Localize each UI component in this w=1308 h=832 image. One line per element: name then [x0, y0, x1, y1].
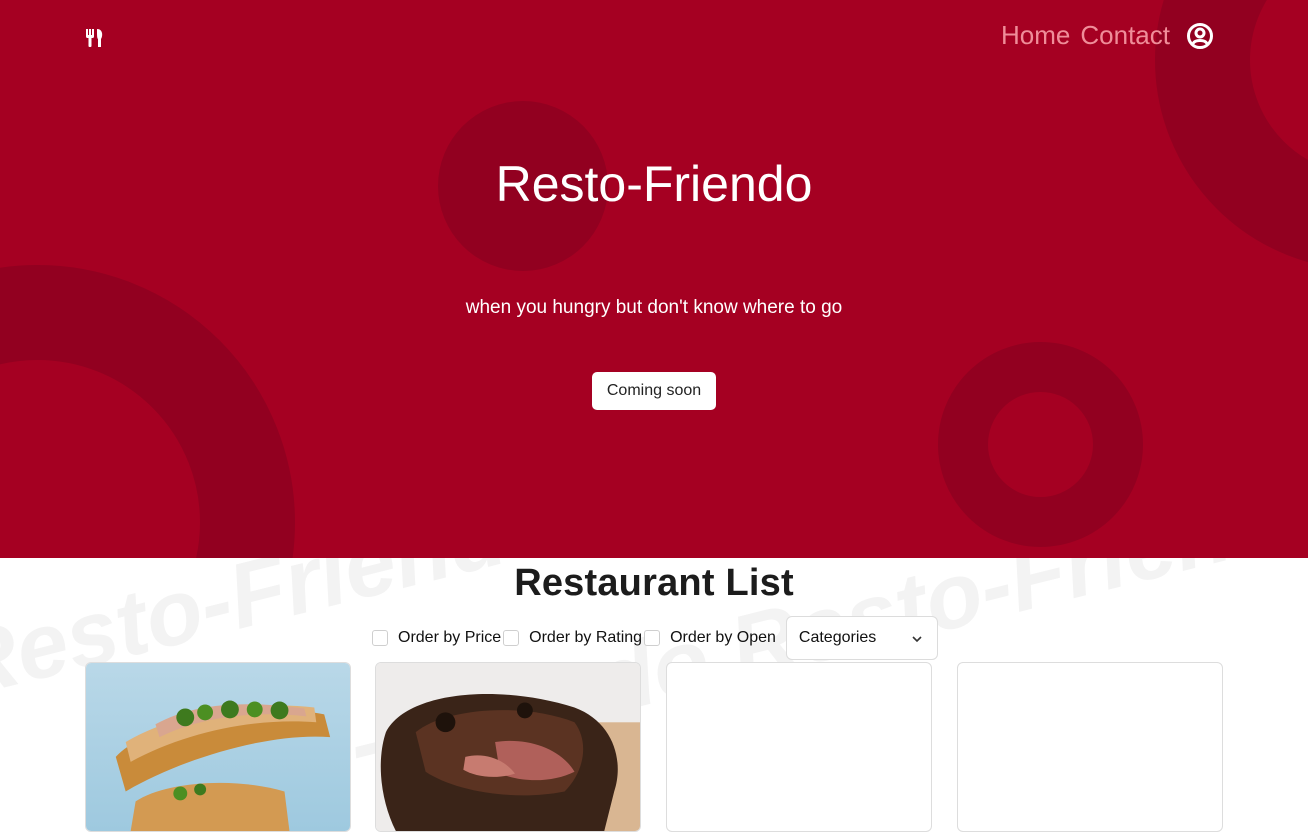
nav-link-home[interactable]: Home [1001, 20, 1070, 51]
nav-link-contact[interactable]: Contact [1080, 20, 1170, 51]
restaurant-card[interactable] [375, 662, 641, 832]
decorative-ring [0, 265, 295, 558]
top-navigation: Home Contact [1001, 20, 1214, 51]
user-circle-icon[interactable] [1186, 22, 1214, 50]
order-by-price-filter[interactable]: Order by Price [372, 629, 501, 647]
restaurant-card[interactable] [957, 662, 1223, 832]
utensils-icon[interactable] [84, 27, 106, 49]
order-by-price-checkbox[interactable] [372, 630, 388, 646]
categories-select-value: Categories [798, 629, 877, 646]
hero-subtitle: when you hungry but don't know where to … [465, 297, 843, 318]
order-by-price-label: Order by Price [398, 629, 502, 646]
roast-meat-photo [376, 663, 640, 831]
filter-bar: Order by Price Order by Rating Order by … [372, 616, 938, 660]
order-by-rating-checkbox[interactable] [503, 630, 520, 646]
order-by-rating-label: Order by Rating [529, 629, 643, 646]
order-by-rating-filter[interactable]: Order by Rating [503, 629, 642, 647]
categories-select[interactable]: Categories [785, 616, 938, 660]
coming-soon-button[interactable]: Coming soon [592, 372, 716, 410]
hero-section: Home Contact Resto-Friendo when you hung… [0, 0, 1308, 558]
restaurant-list-title: Restaurant List [514, 562, 794, 604]
chevron-down-icon [911, 632, 923, 644]
hero-title: Resto-Friendo [495, 156, 813, 212]
restaurant-card[interactable] [85, 662, 351, 832]
order-by-open-label: Order by Open [670, 629, 776, 646]
sandwich-photo [86, 663, 350, 831]
restaurant-card[interactable] [666, 662, 932, 832]
order-by-open-checkbox[interactable] [644, 630, 661, 646]
decorative-ring [938, 342, 1143, 547]
order-by-open-filter[interactable]: Order by Open [644, 629, 776, 647]
